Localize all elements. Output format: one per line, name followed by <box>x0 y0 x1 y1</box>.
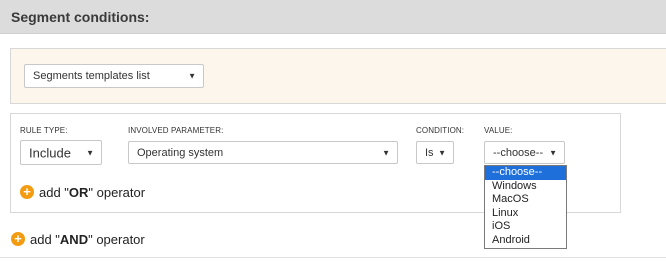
and-keyword: AND <box>59 232 89 247</box>
rule-type-select-value: Include <box>29 145 71 160</box>
value-dropdown-list[interactable]: --choose-- Windows MacOS Linux iOS Andro… <box>484 165 567 249</box>
value-select[interactable]: --choose-- ▼ <box>484 141 565 164</box>
add-and-prefix: add " <box>30 232 60 247</box>
caret-down-icon: ▼ <box>549 148 557 157</box>
value-option-macos[interactable]: MacOS <box>485 193 566 207</box>
caret-down-icon: ▼ <box>438 148 446 157</box>
add-and-suffix: " operator <box>88 232 145 247</box>
rule-type-select[interactable]: Include ▼ <box>20 140 102 165</box>
rule-type-label: RULE TYPE: <box>20 126 68 135</box>
value-label: VALUE: <box>484 126 513 135</box>
involved-parameter-label: INVOLVED PARAMETER: <box>128 126 224 135</box>
add-and-operator-link[interactable]: add "AND" operator <box>30 232 145 247</box>
templates-panel: Segments templates list ▼ <box>10 48 666 104</box>
condition-label: CONDITION: <box>416 126 465 135</box>
segments-templates-select-value: Segments templates list <box>33 70 150 82</box>
caret-down-icon: ▼ <box>86 148 94 157</box>
caret-down-icon: ▼ <box>382 148 390 157</box>
divider <box>0 257 666 258</box>
condition-select[interactable]: Is ▼ <box>416 141 454 164</box>
segments-templates-select[interactable]: Segments templates list ▼ <box>24 64 204 88</box>
or-keyword: OR <box>68 185 89 200</box>
value-select-value: --choose-- <box>493 146 544 159</box>
value-option-linux[interactable]: Linux <box>485 207 566 221</box>
involved-parameter-select-value: Operating system <box>137 146 224 159</box>
condition-select-value: Is <box>425 146 434 159</box>
plus-circle-icon[interactable]: + <box>11 232 25 246</box>
section-header: Segment conditions: <box>0 0 666 34</box>
value-option-choose[interactable]: --choose-- <box>485 166 566 180</box>
involved-parameter-select[interactable]: Operating system ▼ <box>128 141 398 164</box>
add-or-prefix: add " <box>39 185 69 200</box>
value-option-android[interactable]: Android <box>485 234 566 248</box>
section-title: Segment conditions: <box>11 9 150 25</box>
add-or-operator-link[interactable]: add "OR" operator <box>39 185 145 200</box>
plus-circle-icon[interactable]: + <box>20 185 34 199</box>
add-or-suffix: " operator <box>88 185 146 200</box>
value-option-windows[interactable]: Windows <box>485 180 566 194</box>
value-option-ios[interactable]: iOS <box>485 220 566 234</box>
caret-down-icon: ▼ <box>188 71 196 81</box>
